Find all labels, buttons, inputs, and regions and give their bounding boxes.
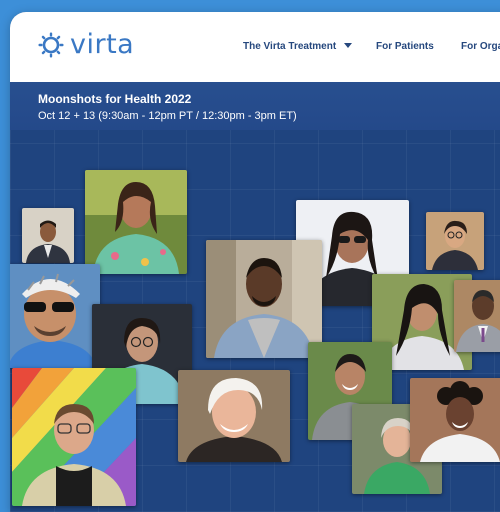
event-dates: Oct 12 + 13 (9:30am - 12pm PT / 12:30pm … [38,110,297,122]
photo-collage [10,130,500,512]
photo-woman-in-floral-dress [85,170,187,274]
logo-wordmark: virta [70,29,135,60]
photo-woman-with-curly-hair [410,378,500,462]
photo-woman-with-glasses-smiling [426,212,484,270]
photo-cyclist-with-helmet [10,264,100,368]
event-banner: Moonshots for Health 2022 Oct 12 + 13 (9… [10,82,500,130]
nav-item-label: For Organ [461,41,500,52]
nav-item-for-organizations[interactable]: For Organ [461,41,500,52]
event-title: Moonshots for Health 2022 [38,92,192,106]
photo-man-in-denim-jacket [206,240,322,358]
browser-window: virta The Virta Treatment For Patients F… [10,12,500,512]
virta-logo[interactable]: virta [38,30,134,60]
nav-item-label: The Virta Treatment [243,41,337,52]
top-navigation: virta The Virta Treatment For Patients F… [10,12,500,82]
photo-man-with-rainbow-umbrella [12,368,136,506]
chevron-down-icon [343,43,352,49]
nav-item-virta-treatment[interactable]: The Virta Treatment [243,41,352,52]
photo-man-in-gray-suit [454,280,500,352]
nav-item-for-patients[interactable]: For Patients [376,41,434,52]
photo-man-in-suit [22,208,74,263]
sun-gear-icon [38,32,64,58]
photo-older-woman-smiling [178,370,290,462]
nav-item-label: For Patients [376,41,434,52]
